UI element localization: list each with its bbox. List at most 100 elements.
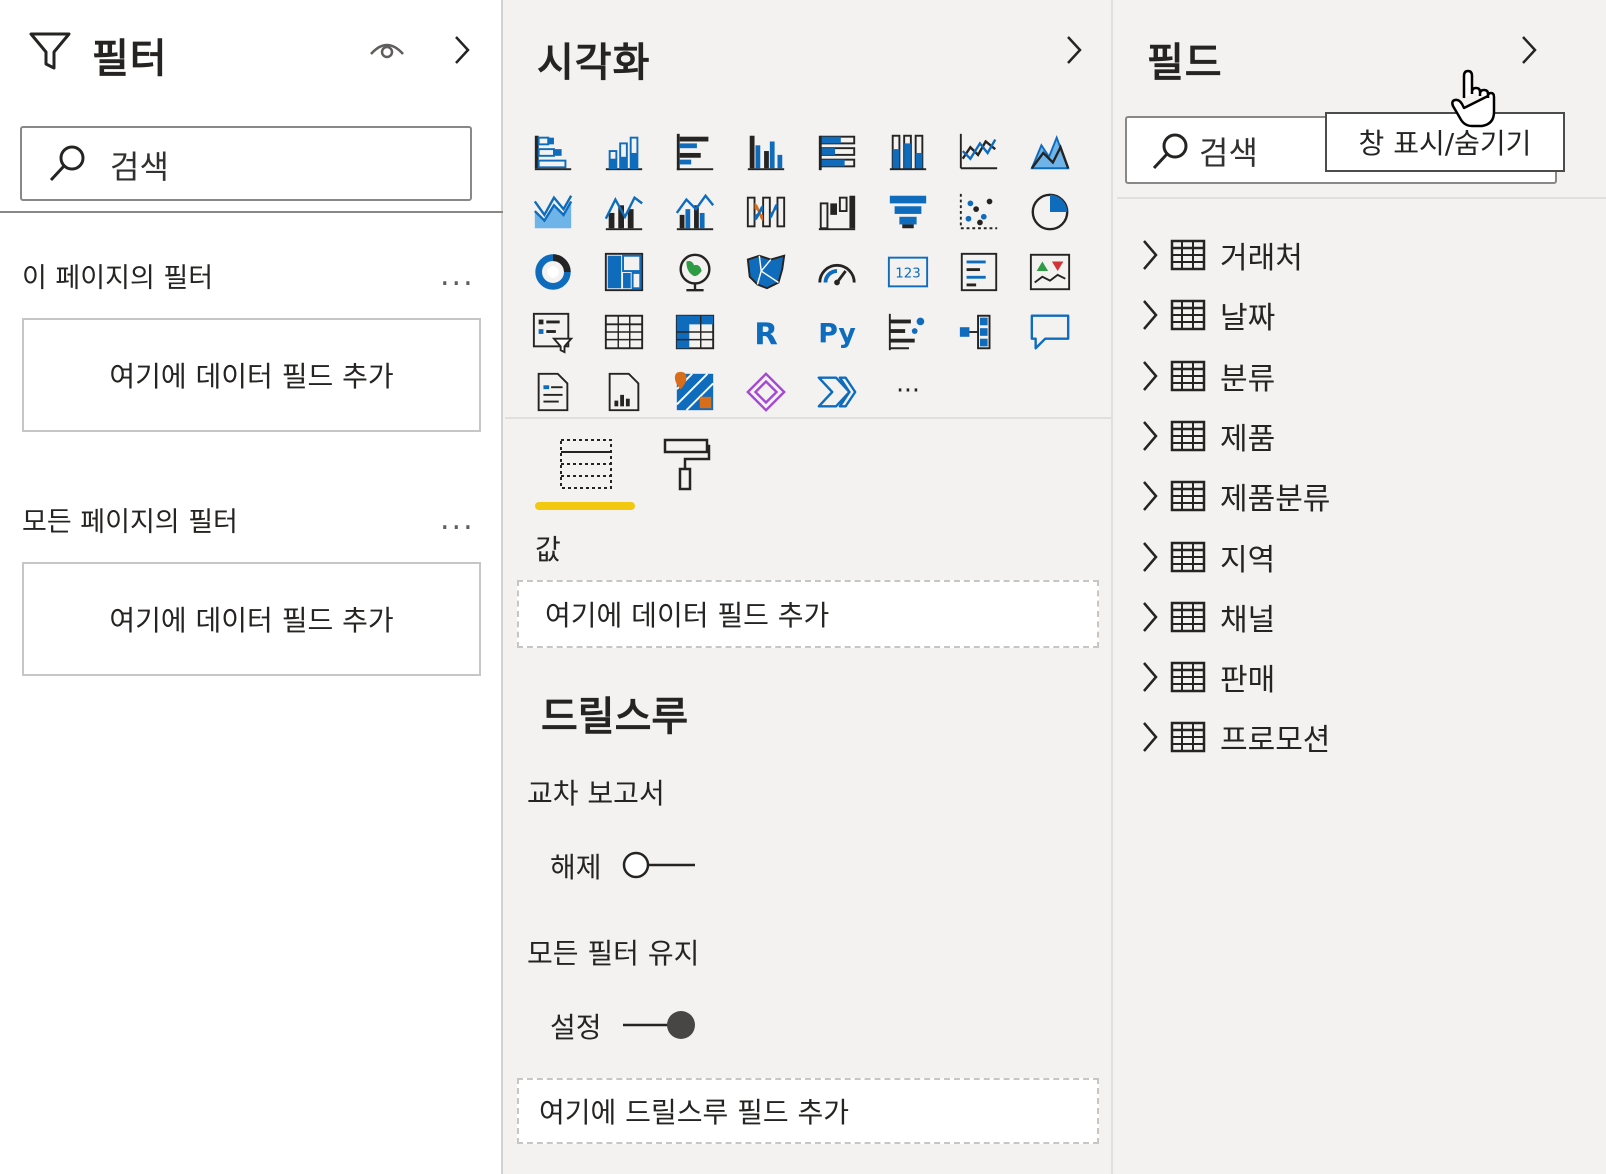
svg-text:123: 123 [895, 267, 921, 282]
all-pages-filters-drop-well[interactable]: 여기에 데이터 필드 추가 [22, 562, 481, 676]
field-table-name: 지역 [1220, 542, 1276, 578]
filter-search-input[interactable]: 검색 [20, 126, 472, 201]
field-table-name: 제품 [1220, 421, 1276, 457]
divider [1117, 197, 1606, 199]
funnel-icon[interactable] [872, 182, 943, 242]
100-stacked-column-chart-icon[interactable] [872, 122, 943, 182]
power-automate-icon[interactable] [801, 362, 872, 422]
field-table-row[interactable]: 거래처 [1140, 230, 1303, 280]
treemap-icon[interactable] [588, 242, 659, 302]
expand-chevron-icon[interactable] [1140, 719, 1160, 755]
collapse-fields-chevron-icon[interactable] [1520, 34, 1538, 66]
power-apps-icon[interactable] [730, 362, 801, 422]
expand-chevron-icon[interactable] [1140, 539, 1160, 575]
svg-text:R: R [754, 317, 778, 352]
field-table-row[interactable]: 채널 [1140, 592, 1275, 642]
divider [505, 417, 1113, 419]
filter-pane: 필터 검색 이 페이지의 필터 ... 여기에 데이터 필드 추가 모든 페이지… [0, 0, 503, 1174]
donut-chart-icon[interactable] [517, 242, 588, 302]
cross-report-toggle[interactable] [619, 848, 699, 882]
expand-chevron-icon[interactable] [1140, 297, 1160, 333]
expand-chevron-icon[interactable] [1140, 478, 1160, 514]
key-influencers-icon[interactable] [872, 302, 943, 362]
fields-tab-icon[interactable] [558, 437, 614, 491]
table-icon [1170, 661, 1206, 693]
field-table-name: 분류 [1220, 361, 1276, 397]
visualizations-pane: 시각화 123 R Py ··· 값 여기에 데이터 필드 추가 드릴스루 교차 보고… [505, 0, 1113, 1174]
expand-chevron-icon[interactable] [1140, 237, 1160, 273]
keep-filters-state: 설정 [550, 1011, 602, 1044]
scatter-chart-icon[interactable] [943, 182, 1014, 242]
gauge-icon[interactable] [801, 242, 872, 302]
page-filters-drop-well[interactable]: 여기에 데이터 필드 추가 [22, 318, 481, 432]
collapse-visualizations-chevron-icon[interactable] [1065, 34, 1083, 66]
field-table-row[interactable]: 날짜 [1140, 290, 1275, 340]
python-visual-icon[interactable]: Py [801, 302, 872, 362]
stacked-column-chart-icon[interactable] [588, 122, 659, 182]
r-visual-icon[interactable]: R [730, 302, 801, 362]
field-table-name: 날짜 [1220, 301, 1276, 337]
decomposition-tree-icon[interactable] [943, 302, 1014, 362]
qa-icon[interactable] [1014, 302, 1085, 362]
kpi-icon[interactable] [1014, 242, 1085, 302]
keep-filters-label: 모든 필터 유지 [527, 937, 700, 970]
card-icon[interactable]: 123 [872, 242, 943, 302]
field-table-row[interactable]: 분류 [1140, 351, 1275, 401]
smart-narrative-icon[interactable] [517, 362, 588, 422]
values-drop-well[interactable]: 여기에 데이터 필드 추가 [517, 580, 1099, 648]
field-table-row[interactable]: 지역 [1140, 532, 1275, 582]
table-icon [1170, 541, 1206, 573]
active-tab-indicator [535, 502, 635, 510]
hand-cursor-icon [1450, 68, 1498, 130]
clustered-bar-chart-icon[interactable] [659, 122, 730, 182]
line-and-clustered-column-icon[interactable] [659, 182, 730, 242]
area-chart-icon[interactable] [1014, 122, 1085, 182]
all-pages-filters-more-button[interactable]: ... [440, 502, 475, 537]
expand-chevron-icon[interactable] [1140, 418, 1160, 454]
field-table-name: 프로모션 [1220, 723, 1331, 759]
field-table-name: 제품분류 [1220, 482, 1331, 518]
table-icon [1170, 420, 1206, 452]
filled-map-icon[interactable] [730, 242, 801, 302]
paginated-report-icon[interactable] [588, 362, 659, 422]
field-table-row[interactable]: 제품 [1140, 411, 1275, 461]
expand-chevron-icon[interactable] [1140, 599, 1160, 635]
page-filters-more-button[interactable]: ... [440, 258, 475, 293]
table-icon [1170, 480, 1206, 512]
100-stacked-bar-chart-icon[interactable] [801, 122, 872, 182]
svg-text:Py: Py [818, 319, 856, 350]
field-table-name: 판매 [1220, 663, 1276, 699]
expand-chevron-icon[interactable] [1140, 659, 1160, 695]
line-chart-icon[interactable] [943, 122, 1014, 182]
stacked-bar-chart-icon[interactable] [517, 122, 588, 182]
multi-row-card-icon[interactable] [943, 242, 1014, 302]
waterfall-chart-icon[interactable] [801, 182, 872, 242]
collapse-filters-chevron-icon[interactable] [453, 34, 471, 66]
expand-chevron-icon[interactable] [1140, 358, 1160, 394]
filter-icon [28, 30, 72, 74]
more-visuals-icon[interactable]: ··· [872, 362, 943, 422]
arcgis-map-icon[interactable] [659, 362, 730, 422]
visual-gallery: 123 R Py ··· [517, 122, 1087, 422]
eye-icon[interactable] [368, 36, 406, 62]
search-icon [1149, 130, 1191, 172]
clustered-column-chart-icon[interactable] [730, 122, 801, 182]
line-and-stacked-column-icon[interactable] [588, 182, 659, 242]
slicer-icon[interactable] [517, 302, 588, 362]
field-table-row[interactable]: 프로모션 [1140, 712, 1330, 762]
format-paint-roller-icon[interactable] [661, 437, 711, 493]
table-icon [1170, 360, 1206, 392]
cross-report-label: 교차 보고서 [527, 777, 665, 810]
map-icon[interactable] [659, 242, 730, 302]
keep-filters-toggle[interactable] [619, 1008, 699, 1042]
field-table-row[interactable]: 제품분류 [1140, 471, 1330, 521]
stacked-area-chart-icon[interactable] [517, 182, 588, 242]
drillthrough-drop-well[interactable]: 여기에 드릴스루 필드 추가 [517, 1078, 1099, 1144]
search-placeholder: 검색 [110, 148, 169, 186]
matrix-icon[interactable] [659, 302, 730, 362]
field-table-row[interactable]: 판매 [1140, 652, 1275, 702]
table-icon [1170, 721, 1206, 753]
pie-chart-icon[interactable] [1014, 182, 1085, 242]
table-icon[interactable] [588, 302, 659, 362]
ribbon-chart-icon[interactable] [730, 182, 801, 242]
